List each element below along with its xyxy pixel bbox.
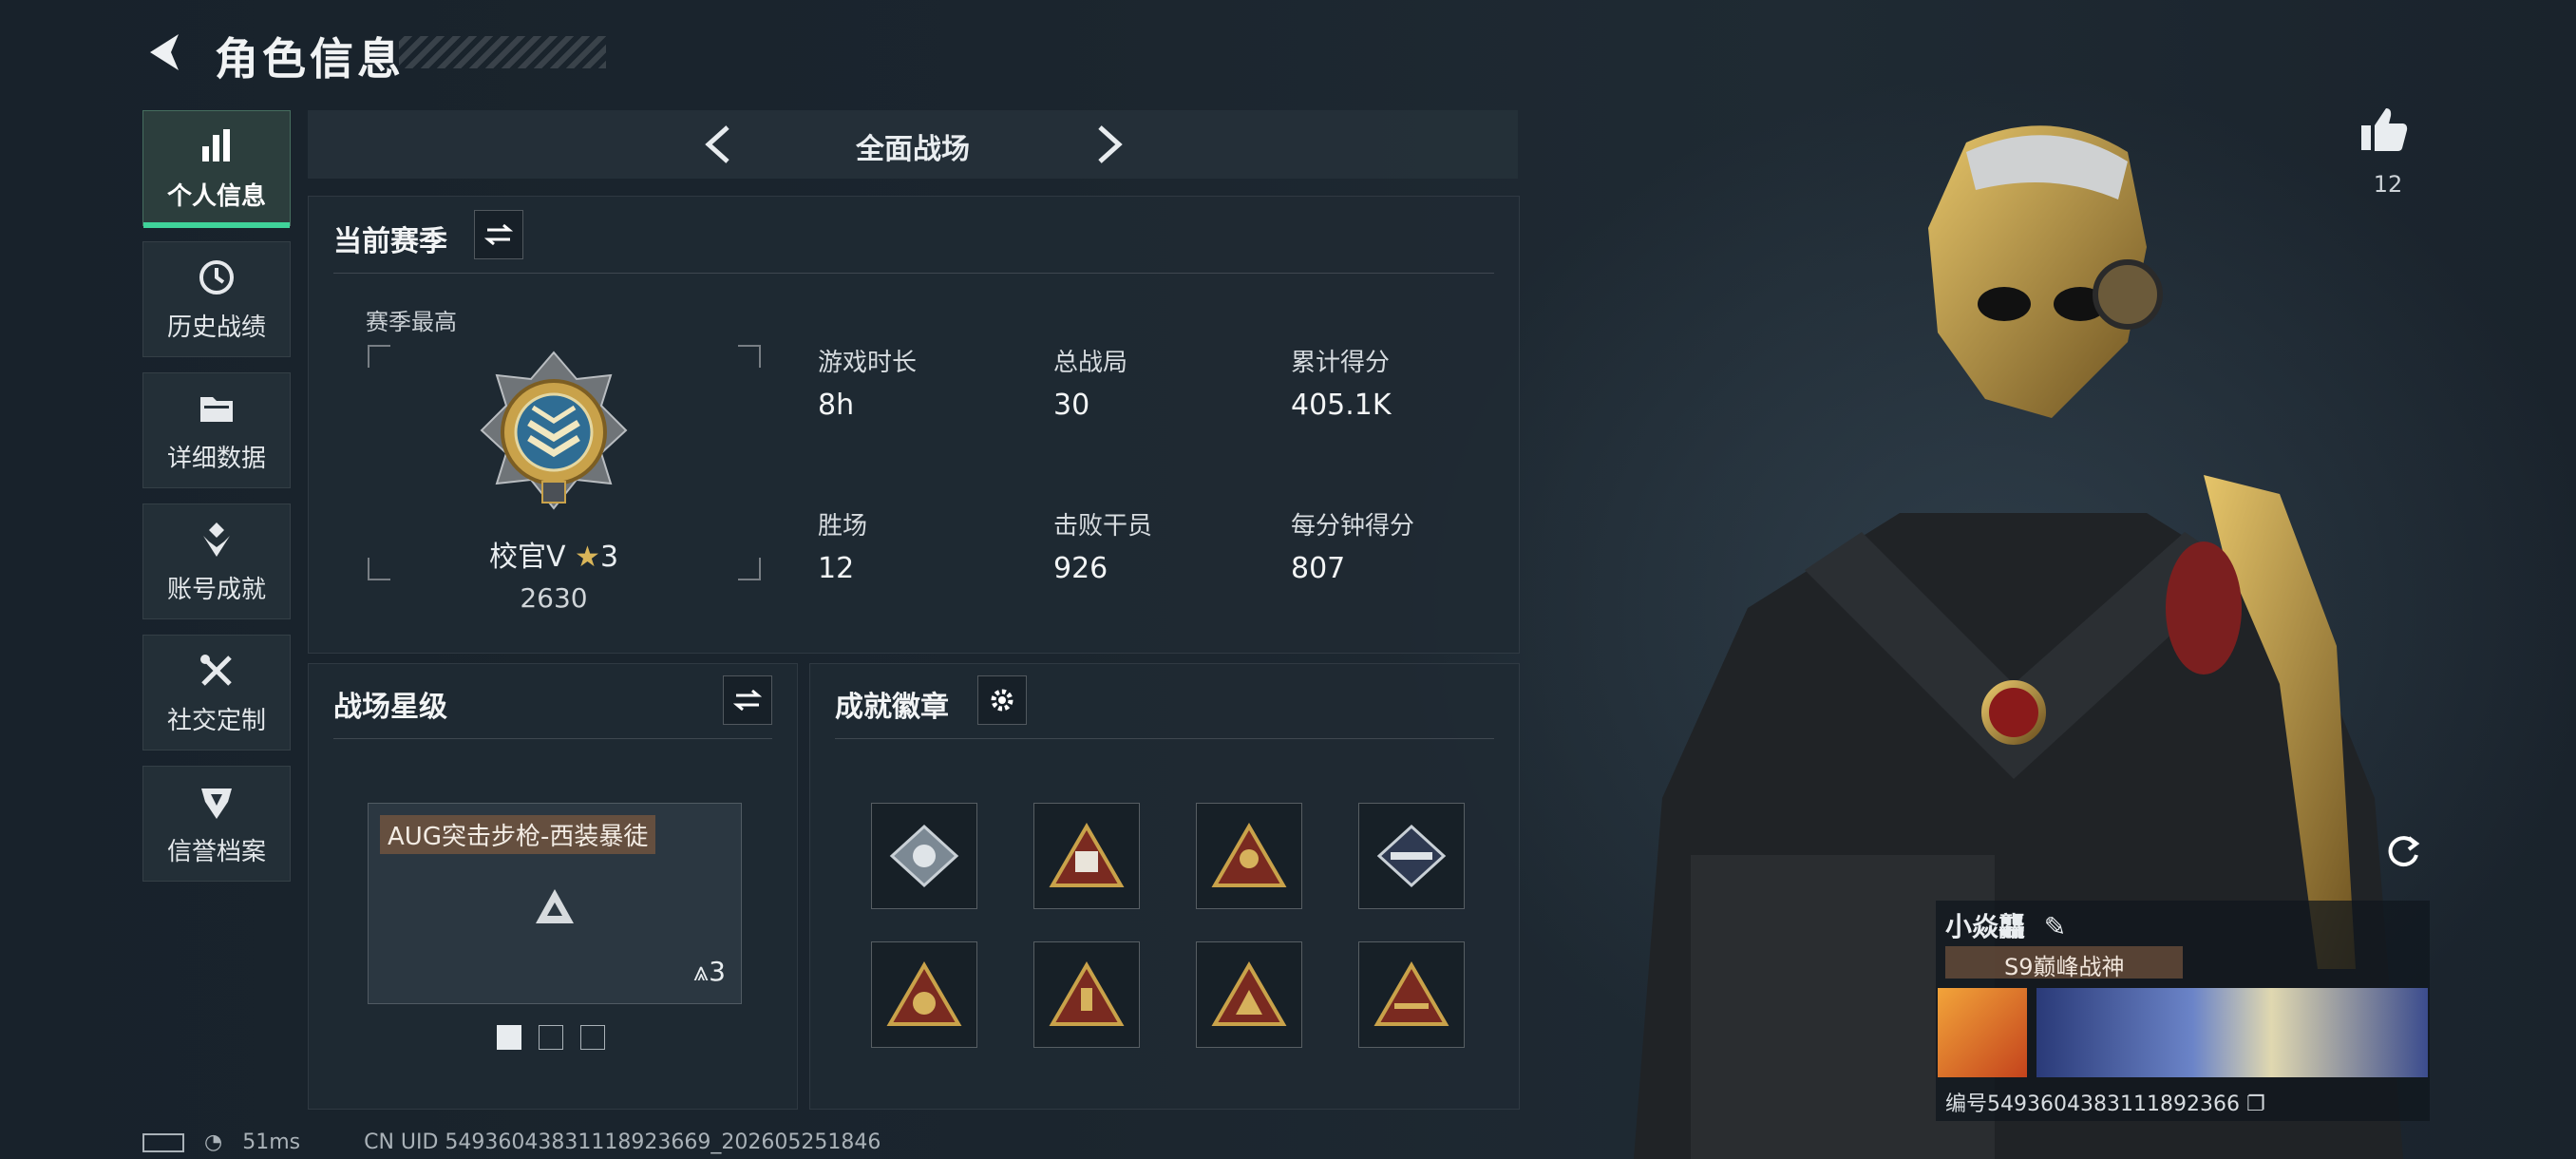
- stat-value: 405.1K: [1291, 389, 1392, 422]
- sidebar-item-label: 账号成就: [166, 575, 266, 604]
- tier-triangle-icon: [536, 889, 574, 923]
- sidebar-item-history[interactable]: 历史战绩: [142, 241, 291, 357]
- namecard-banner: [2036, 988, 2428, 1077]
- achievement-badge-icon: [203, 522, 230, 557]
- stat-value: 807: [1291, 552, 1346, 585]
- chevron-right-icon[interactable]: [1090, 124, 1128, 165]
- sidebar-item-achievements[interactable]: 账号成就: [142, 504, 291, 619]
- badge-59[interactable]: [1033, 803, 1140, 909]
- rank-stars: 3: [599, 541, 619, 574]
- star-level-title: 战场星级: [333, 691, 447, 724]
- badges-settings-button[interactable]: [977, 675, 1027, 725]
- wifi-icon: ◔: [204, 1130, 223, 1154]
- badge-icon: [889, 824, 959, 888]
- badge-icon: [1211, 961, 1287, 1026]
- player-id: 5493604383111892366: [1987, 1092, 2240, 1116]
- sidebar-item-label: 详细数据: [166, 444, 266, 473]
- star-level-panel: 战场星级 AUG突击步枪-西装暴徒 ⩓3: [308, 663, 798, 1110]
- stat-value: 30: [1053, 389, 1090, 422]
- history-clock-icon: [199, 259, 234, 294]
- copy-icon[interactable]: ❐: [2246, 1092, 2265, 1116]
- stat-label: 每分钟得分: [1291, 512, 1415, 541]
- folder-icon: [200, 396, 233, 422]
- sidebar-item-label: 历史战绩: [166, 313, 266, 342]
- swap-arrows-icon: [733, 689, 762, 712]
- wrench-screwdriver-icon: [200, 654, 232, 686]
- badge-sniper[interactable]: [1358, 941, 1465, 1048]
- player-nickname: 小焱龘: [1945, 911, 2026, 942]
- shield-credit-icon: [201, 788, 232, 819]
- battery-icon: [142, 1133, 184, 1152]
- weapon-card[interactable]: AUG突击步枪-西装暴徒 ⩓3: [368, 803, 742, 1004]
- badge-diamond-hand[interactable]: [871, 803, 977, 909]
- badge-icon: [1373, 961, 1449, 1026]
- mode-name: 全面战场: [856, 133, 970, 166]
- rank-star-icon: ★: [575, 541, 600, 574]
- badge-hand-sign[interactable]: [1033, 941, 1140, 1048]
- swap-arrows-icon: [484, 223, 513, 246]
- rotate-icon[interactable]: [2380, 828, 2426, 874]
- stat-value: 8h: [818, 389, 855, 422]
- season-title: 当前赛季: [333, 225, 447, 258]
- title-decoration: [399, 36, 606, 68]
- page-dot[interactable]: [580, 1025, 605, 1050]
- badge-soldier[interactable]: [1196, 803, 1302, 909]
- badge-team[interactable]: [1196, 941, 1302, 1048]
- player-card[interactable]: 小焱龘 ✎ S9巅峰战神 编号5493604383111892366 ❐: [1936, 901, 2430, 1121]
- season-panel: 当前赛季 赛季最高 校官V ★3 2630 游戏时长 8h 总战局 30 累计得…: [308, 196, 1520, 654]
- badge-icon: [1049, 961, 1125, 1026]
- badge-globe[interactable]: [871, 941, 977, 1048]
- stat-label: 总战局: [1053, 349, 1128, 377]
- page-dot[interactable]: [539, 1025, 563, 1050]
- season-best-label: 赛季最高: [366, 309, 457, 335]
- star-level-switch-button[interactable]: [723, 675, 772, 725]
- page-title: 角色信息: [215, 33, 405, 85]
- rank-points: 2630: [520, 582, 588, 614]
- sidebar-item-credit[interactable]: 信誉档案: [142, 766, 291, 882]
- edit-pencil-icon[interactable]: ✎: [2044, 911, 2066, 942]
- badges-panel: 成就徽章: [809, 663, 1520, 1110]
- gear-icon: [991, 689, 1013, 712]
- badge-icon: [1211, 823, 1287, 887]
- page-indicator: [497, 1025, 605, 1050]
- badge-icon: [1376, 824, 1447, 888]
- sidebar-item-label: 社交定制: [166, 706, 266, 735]
- sidebar-item-label: 信誉档案: [166, 837, 266, 866]
- page-dot-active[interactable]: [497, 1025, 521, 1050]
- weapon-stars: 3: [709, 956, 726, 987]
- sidebar-item-social[interactable]: 社交定制: [142, 635, 291, 750]
- sidebar-item-details[interactable]: 详细数据: [142, 372, 291, 488]
- avatar[interactable]: [1938, 988, 2027, 1077]
- status-bar: ◔ 51ms CN UID 54936043831118923669_20260…: [142, 1130, 881, 1154]
- stat-value: 12: [818, 552, 855, 585]
- ping-value: 51ms: [242, 1130, 301, 1154]
- weapon-name: AUG突击步枪-西装暴徒: [380, 815, 656, 854]
- player-id-label: 编号: [1945, 1092, 1988, 1116]
- badge-icon: [886, 961, 962, 1026]
- sidebar-item-personal-info[interactable]: 个人信息: [142, 110, 291, 228]
- rank-emblem-icon: [480, 351, 628, 510]
- stat-label: 累计得分: [1291, 349, 1391, 377]
- stat-label: 游戏时长: [818, 349, 918, 377]
- tier-star-icon: ⩓: [693, 956, 710, 987]
- mode-switch-bar: 全面战场: [308, 110, 1518, 179]
- bar-chart-icon: [202, 128, 230, 162]
- season-switch-button[interactable]: [474, 210, 523, 259]
- badge-icon: [1049, 823, 1125, 887]
- stat-label: 击败干员: [1053, 512, 1153, 541]
- stat-value: 926: [1053, 552, 1108, 585]
- badges-title: 成就徽章: [835, 691, 949, 724]
- uid-text: CN UID 54936043831118923669_202605251846: [364, 1130, 881, 1154]
- rank-name: 校官V: [488, 541, 566, 574]
- badge-rocket[interactable]: [1358, 803, 1465, 909]
- stat-label: 胜场: [818, 512, 868, 541]
- player-title: S9巅峰战神: [2004, 954, 2125, 980]
- thumbs-up-icon[interactable]: [2358, 103, 2411, 156]
- like-count: 12: [2373, 171, 2403, 198]
- sidebar-item-label: 个人信息: [166, 181, 266, 211]
- title-banner: S9巅峰战神: [1945, 946, 2183, 980]
- back-arrow-icon[interactable]: [142, 28, 190, 76]
